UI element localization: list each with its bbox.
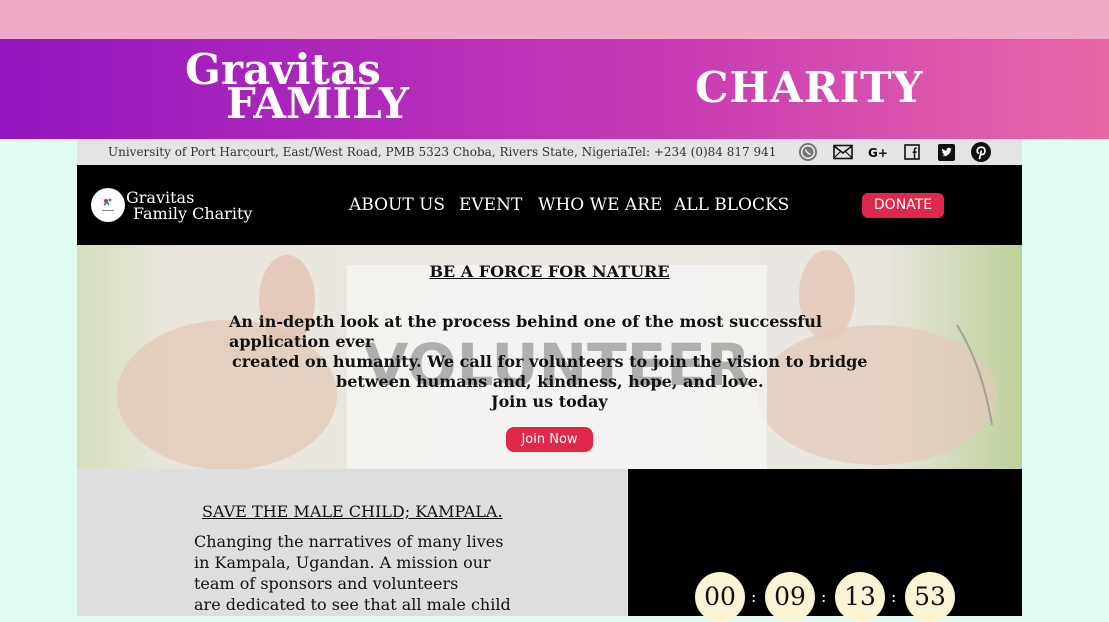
hero-text-line-4: between humans and, kindness, hope, and … <box>336 372 764 391</box>
nav-item-about-us[interactable]: ABOUT US <box>349 195 445 215</box>
main-container: University of Port Harcourt, East/West R… <box>77 139 1022 622</box>
hero-text-line-3: created on humanity. We call for volunte… <box>232 352 868 371</box>
main-navbar: Gravitas Family Charity ABOUT US EVENT W… <box>77 165 1022 245</box>
countdown-hours: 09 <box>765 572 815 622</box>
hero-text-line-2: application ever <box>229 332 374 351</box>
whatsapp-icon[interactable] <box>797 142 819 162</box>
feature-text-line-4: are dedicated to see that all male child <box>194 595 511 614</box>
svg-text:G+: G+ <box>868 146 888 159</box>
telephone-text: Tel: +234 (0)84 817 941 <box>628 145 777 159</box>
countdown-minutes: 13 <box>835 572 885 622</box>
feature-text-line-2: in Kampala, Ugandan. A mission our <box>194 553 491 572</box>
address-text: University of Port Harcourt, East/West R… <box>108 145 632 159</box>
join-now-button[interactable]: Join Now <box>506 427 593 452</box>
countdown-days: 00 <box>695 572 745 622</box>
nav-item-event[interactable]: EVENT <box>459 195 522 215</box>
google-plus-icon[interactable]: G+ <box>867 142 889 162</box>
nav-item-all-blocks[interactable]: ALL BLOCKS <box>674 195 789 215</box>
logo-text-line2[interactable]: Family Charity <box>133 204 252 223</box>
feature-title[interactable]: SAVE THE MALE CHILD; KAMPALA. <box>202 502 503 521</box>
hero-banner: VOLUNTEER BE A FORCE FOR NATURE An in-de… <box>77 245 1022 469</box>
mail-icon[interactable] <box>832 142 854 162</box>
contact-info-bar: University of Port Harcourt, East/West R… <box>77 139 1022 165</box>
brand-title-charity: CHARITY <box>695 63 924 112</box>
countdown-separator: : <box>751 587 757 606</box>
countdown-separator: : <box>891 587 897 606</box>
countdown-seconds: 53 <box>905 572 955 622</box>
facebook-icon[interactable] <box>901 142 923 162</box>
top-color-strip <box>0 0 1109 39</box>
pinterest-icon[interactable] <box>970 142 992 162</box>
brand-banner: Gravitas FAMILY CHARITY <box>0 39 1109 139</box>
hero-title: BE A FORCE FOR NATURE <box>429 262 670 281</box>
countdown-separator: : <box>821 587 827 606</box>
logo-icon[interactable] <box>91 188 125 222</box>
brand-title-family: FAMILY <box>226 79 409 128</box>
countdown-panel: 00 : 09 : 13 : 53 <box>628 469 1022 622</box>
feature-text-line-1: Changing the narratives of many lives <box>194 532 504 551</box>
hero-text-line-1: An in-depth look at the process behind o… <box>229 312 822 331</box>
twitter-icon[interactable] <box>935 142 957 162</box>
feature-panel: SAVE THE MALE CHILD; KAMPALA. Changing t… <box>77 469 628 616</box>
hero-text-line-5: Join us today <box>491 392 608 411</box>
nav-item-who-we-are[interactable]: WHO WE ARE <box>538 195 662 215</box>
feature-text-line-3: team of sponsors and volunteers <box>194 574 459 593</box>
donate-button[interactable]: DONATE <box>862 193 944 218</box>
